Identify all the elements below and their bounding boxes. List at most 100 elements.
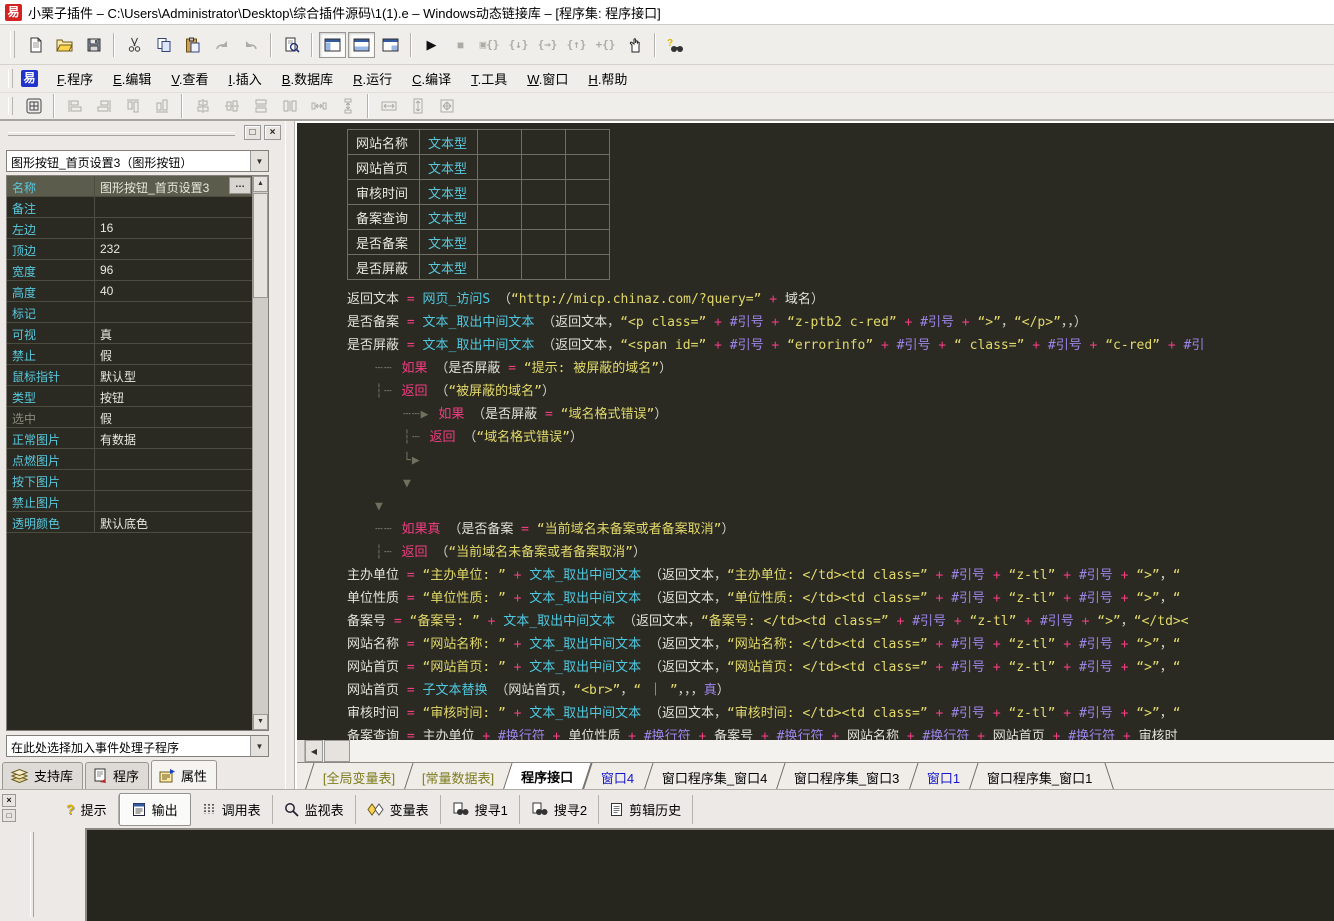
- code-line[interactable]: 审核时间 = “审核时间: ” + 文本_取出中间文本 （返回文本，“审核时间:…: [297, 702, 1334, 725]
- bottom-tab-变量表[interactable]: 变量表: [356, 795, 441, 824]
- component-selector[interactable]: 图形按钮_首页设置3（图形按钮） ▼: [6, 150, 269, 172]
- horizontal-scrollbar[interactable]: ◀: [297, 740, 1334, 762]
- code-line[interactable]: 单位性质 = “单位性质: ” + 文本_取出中间文本 （返回文本，“单位性质:…: [297, 587, 1334, 610]
- property-scrollbar[interactable]: ▲ ▼: [252, 176, 268, 730]
- layout-left-panel-button[interactable]: [319, 32, 346, 58]
- variable-empty-cell[interactable]: [522, 180, 566, 205]
- scrollbar-thumb[interactable]: [324, 740, 350, 762]
- splitter-handle[interactable]: [30, 832, 34, 917]
- code-line[interactable]: ▼: [297, 472, 1334, 495]
- bottom-tab-剪辑历史[interactable]: 剪辑历史: [599, 795, 693, 824]
- property-value[interactable]: 假: [95, 407, 252, 427]
- variable-type-cell[interactable]: 文本型: [420, 205, 478, 230]
- scrollbar-grip[interactable]: [297, 740, 305, 762]
- variable-row[interactable]: 审核时间文本型: [348, 180, 610, 205]
- property-value[interactable]: [95, 302, 252, 322]
- property-value[interactable]: 有数据: [95, 428, 252, 448]
- code-line[interactable]: 备案号 = “备案号: ” + 文本_取出中间文本 （返回文本，“备案号: </…: [297, 610, 1334, 633]
- bottom-tab-输出[interactable]: 输出: [119, 793, 191, 826]
- variable-name-cell[interactable]: 是否备案: [348, 230, 420, 255]
- property-value[interactable]: 默认底色: [95, 512, 252, 532]
- menu-item-v[interactable]: V.查看: [162, 65, 217, 92]
- variable-row[interactable]: 是否备案文本型: [348, 230, 610, 255]
- property-row[interactable]: 类型按钮: [7, 386, 252, 407]
- variable-type-cell[interactable]: 文本型: [420, 230, 478, 255]
- property-row[interactable]: 标记: [7, 302, 252, 323]
- inspector-tab-支持库[interactable]: 支持库: [2, 762, 83, 789]
- property-value[interactable]: 96: [95, 260, 252, 280]
- property-value[interactable]: 真: [95, 323, 252, 343]
- float-icon[interactable]: □: [2, 809, 16, 822]
- variable-empty-cell[interactable]: [566, 205, 610, 230]
- doc-tab-窗口4[interactable]: 窗口4: [583, 763, 652, 789]
- property-row[interactable]: 可视真: [7, 323, 252, 344]
- property-value[interactable]: [95, 470, 252, 490]
- property-row[interactable]: 顶边232: [7, 239, 252, 260]
- variable-empty-cell[interactable]: [478, 205, 522, 230]
- property-row[interactable]: 名称图形按钮_首页设置3…: [7, 176, 252, 197]
- property-value[interactable]: 16: [95, 218, 252, 238]
- code-line[interactable]: 主办单位 = “主办单位: ” + 文本_取出中间文本 （返回文本，“主办单位:…: [297, 564, 1334, 587]
- run-button[interactable]: ▶: [418, 32, 445, 58]
- scroll-down-icon[interactable]: ▼: [253, 714, 268, 730]
- property-row[interactable]: 高度40: [7, 281, 252, 302]
- property-value[interactable]: [95, 197, 252, 217]
- find-help-button[interactable]: ?: [662, 32, 689, 58]
- code-line[interactable]: ┄┄ 如果真 （是否备案 = “当前域名未备案或者备案取消”）: [297, 518, 1334, 541]
- variable-empty-cell[interactable]: [566, 155, 610, 180]
- variable-empty-cell[interactable]: [478, 130, 522, 155]
- paste-button[interactable]: [179, 32, 206, 58]
- variable-type-cell[interactable]: 文本型: [420, 130, 478, 155]
- inspector-tab-属性[interactable]: 属性: [151, 760, 217, 789]
- cut-button[interactable]: [121, 32, 148, 58]
- variable-empty-cell[interactable]: [566, 130, 610, 155]
- property-row[interactable]: 左边16: [7, 218, 252, 239]
- menu-item-f[interactable]: F.程序: [48, 65, 102, 92]
- variable-empty-cell[interactable]: [478, 230, 522, 255]
- code-line[interactable]: ┆┄ 返回 （“域名格式错误”）: [297, 426, 1334, 449]
- menu-item-r[interactable]: R.运行: [344, 65, 401, 92]
- property-value[interactable]: 40: [95, 281, 252, 301]
- code-line[interactable]: 网站首页 = “网站首页: ” + 文本_取出中间文本 （返回文本，“网站首页:…: [297, 656, 1334, 679]
- property-row[interactable]: 禁止假: [7, 344, 252, 365]
- property-value[interactable]: 图形按钮_首页设置3…: [95, 176, 252, 196]
- property-row[interactable]: 正常图片有数据: [7, 428, 252, 449]
- property-row[interactable]: 鼠标指针默认型: [7, 365, 252, 386]
- save-button[interactable]: [80, 32, 107, 58]
- property-row[interactable]: 选中假: [7, 407, 252, 428]
- drag-grip[interactable]: [8, 132, 235, 136]
- variable-name-cell[interactable]: 网站首页: [348, 155, 420, 180]
- doc-tab-窗口1[interactable]: 窗口1: [908, 763, 977, 789]
- variable-empty-cell[interactable]: [478, 180, 522, 205]
- scroll-left-icon[interactable]: ◀: [305, 740, 323, 762]
- property-row[interactable]: 备注: [7, 197, 252, 218]
- menu-item-b[interactable]: B.数据库: [273, 65, 342, 92]
- doc-tab-窗口程序集_窗口1[interactable]: 窗口程序集_窗口1: [968, 763, 1110, 789]
- bottom-tab-调用表[interactable]: 调用表: [191, 795, 273, 824]
- bottom-tab-提示[interactable]: ?提示: [55, 795, 119, 824]
- bottom-tab-搜寻1[interactable]: 搜寻1: [441, 795, 520, 824]
- variable-empty-cell[interactable]: [566, 230, 610, 255]
- variable-empty-cell[interactable]: [522, 205, 566, 230]
- doc-tab-窗口程序集_窗口3[interactable]: 窗口程序集_窗口3: [776, 763, 918, 789]
- menu-item-h[interactable]: H.帮助: [579, 65, 636, 92]
- property-value[interactable]: 默认型: [95, 365, 252, 385]
- variable-name-cell[interactable]: 网站名称: [348, 130, 420, 155]
- property-value[interactable]: 假: [95, 344, 252, 364]
- scroll-up-icon[interactable]: ▲: [253, 176, 268, 192]
- property-row[interactable]: 禁止图片: [7, 491, 252, 512]
- output-console[interactable]: [85, 828, 1334, 921]
- code-line[interactable]: ┆┄ 返回 （“当前域名未备案或者备案取消”）: [297, 541, 1334, 564]
- menu-item-i[interactable]: I.插入: [220, 65, 271, 92]
- code-line[interactable]: ▼: [297, 495, 1334, 518]
- code-line[interactable]: 返回文本 = 网页_访问S （“http://micp.chinaz.com/?…: [297, 288, 1334, 311]
- inspector-tab-程序[interactable]: 程序: [85, 762, 149, 789]
- bottom-tab-监视表[interactable]: 监视表: [273, 795, 356, 824]
- code-line[interactable]: └▶: [297, 449, 1334, 472]
- variable-empty-cell[interactable]: [522, 155, 566, 180]
- open-file-button[interactable]: [51, 32, 78, 58]
- code-line[interactable]: 是否屏蔽 = 文本_取出中间文本 （返回文本，“<span id=” + #引号…: [297, 334, 1334, 357]
- property-value[interactable]: [95, 449, 252, 469]
- variable-name-cell[interactable]: 备案查询: [348, 205, 420, 230]
- variable-empty-cell[interactable]: [478, 155, 522, 180]
